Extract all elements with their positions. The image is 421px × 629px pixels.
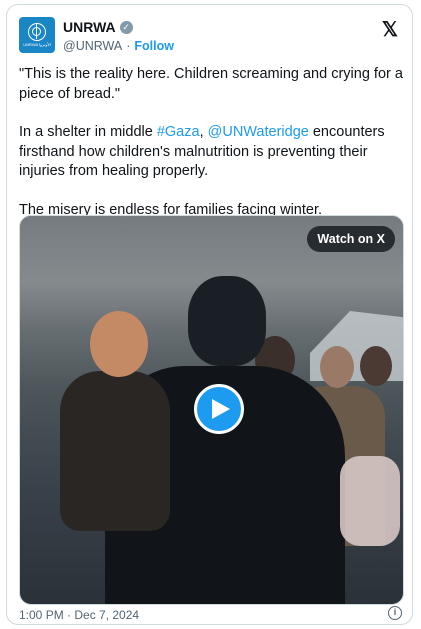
para2-prefix: In a shelter in middle bbox=[19, 124, 157, 140]
name-row: UNRWA ✓ bbox=[63, 19, 133, 35]
tweet-text: "This is the reality here. Children scre… bbox=[19, 65, 404, 239]
hashtag-link[interactable]: #Gaza bbox=[157, 124, 200, 140]
avatar[interactable]: UNRWA الأونروا bbox=[19, 17, 55, 53]
separator-dot: · bbox=[126, 39, 131, 53]
tweet-paragraph-1: "This is the reality here. Children scre… bbox=[19, 66, 403, 102]
para2-sep: , bbox=[199, 124, 208, 140]
tweet-timestamp[interactable]: 1:00 PM · Dec 7, 2024 bbox=[19, 608, 139, 622]
video-player[interactable]: Watch on X bbox=[19, 215, 404, 605]
info-icon[interactable]: i bbox=[388, 606, 402, 620]
video-person-head bbox=[360, 346, 392, 386]
follow-button[interactable]: Follow bbox=[134, 39, 174, 53]
account-name[interactable]: UNRWA bbox=[63, 19, 116, 35]
account-handle[interactable]: @UNRWA bbox=[63, 39, 122, 53]
video-bag bbox=[340, 456, 400, 546]
handle-row: @UNRWA · Follow bbox=[63, 39, 174, 53]
mention-link[interactable]: @UNWateridge bbox=[208, 124, 309, 140]
video-man-head bbox=[188, 276, 266, 366]
tweet-card[interactable]: UNRWA الأونروا UNRWA ✓ @UNRWA · Follow 𝕏… bbox=[6, 4, 413, 625]
un-emblem-icon bbox=[28, 23, 46, 42]
video-child-head bbox=[90, 311, 148, 377]
video-person-head bbox=[320, 346, 354, 388]
play-icon[interactable] bbox=[194, 384, 244, 434]
avatar-text: UNRWA الأونروا bbox=[23, 42, 51, 48]
verified-badge-icon: ✓ bbox=[119, 20, 133, 34]
video-child-body bbox=[60, 371, 170, 531]
tweet-header: UNRWA الأونروا UNRWA ✓ @UNRWA · Follow 𝕏 bbox=[19, 17, 400, 57]
x-logo-icon[interactable]: 𝕏 bbox=[382, 17, 398, 42]
tweet-paragraph-2: In a shelter in middle #Gaza, @UNWaterid… bbox=[19, 123, 404, 182]
watch-on-x-button[interactable]: Watch on X bbox=[307, 226, 395, 252]
